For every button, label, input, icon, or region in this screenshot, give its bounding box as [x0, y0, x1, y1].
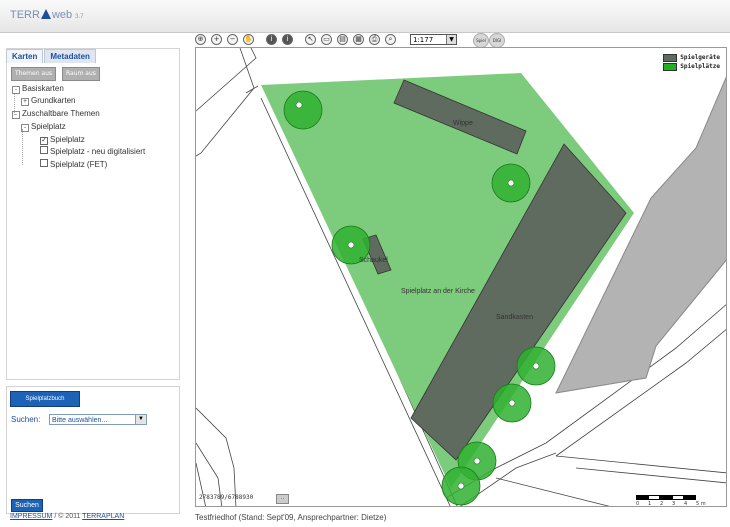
expand-icon[interactable]: +	[21, 98, 29, 106]
raum-aus-button[interactable]: Raum aus	[62, 67, 100, 81]
tree-item-label: Basiskarten	[22, 84, 64, 93]
search-select-value: Bitte auswählen...	[52, 417, 108, 424]
app-version: 3.7	[75, 14, 84, 20]
legend-swatch-spielgeraete	[663, 53, 678, 62]
search-select[interactable]: Bitte auswählen... ▼	[49, 414, 147, 425]
checkbox-icon[interactable]	[40, 146, 48, 154]
digi-badge-icon[interactable]: DIGI	[489, 33, 505, 48]
sandkasten-label: Sandkasten	[496, 314, 533, 321]
tree-5	[492, 383, 532, 423]
scale-value: 1:177	[413, 36, 434, 44]
layers-icon[interactable]: ▤	[337, 34, 348, 45]
coordinate-readout: 2783789/6788930	[199, 494, 254, 501]
info-icon[interactable]: i	[266, 34, 277, 45]
schaukel-label: Schaukel	[359, 257, 388, 264]
checkbox-checked-icon[interactable]: ✓	[40, 137, 48, 145]
terraweb-logo[interactable]: TERR web 3.7	[10, 9, 83, 21]
measure-icon[interactable]: ▭	[321, 34, 332, 45]
spiel-badge-icon[interactable]: Spiel	[473, 33, 489, 48]
map-graphics	[196, 48, 726, 506]
chevron-down-icon[interactable]: ▼	[446, 35, 456, 44]
themen-aus-button[interactable]: Themen aus	[11, 67, 57, 81]
tree-item-label: Spielplatz	[31, 122, 66, 131]
tree-item-label: Grundkarten	[31, 96, 76, 105]
select-icon[interactable]: ↖	[305, 34, 316, 45]
suchen-button[interactable]: Suchen	[11, 499, 43, 512]
tree-7	[441, 466, 481, 506]
tree-2	[491, 163, 531, 203]
grid-icon[interactable]: ▦	[353, 34, 364, 45]
collapse-icon[interactable]: -	[21, 124, 29, 132]
print-icon[interactable]: ⎙	[369, 34, 380, 45]
zoom-in-icon[interactable]: +	[211, 34, 222, 45]
spielplatzbuch-button[interactable]: Spielplatzbuch	[10, 391, 80, 407]
map-canvas[interactable]: Wippe Schaukel Spielplatz an der Kirche …	[195, 47, 727, 507]
wippe-label: Wippe	[453, 120, 473, 127]
logo-text-right: web	[51, 9, 73, 21]
copyright-text: / © 2011	[54, 513, 81, 520]
terraplan-link[interactable]: TERRAPLAN	[82, 513, 124, 520]
checkbox-icon[interactable]	[40, 159, 48, 167]
status-text: Testfriedhof (Stand: Sept'09, Ansprechpa…	[195, 513, 387, 522]
tree-item-grundkarten[interactable]: + Grundkarten	[21, 95, 75, 106]
tree-item-label: Spielplatz (FET)	[50, 160, 108, 169]
legend-label: Spielplätze	[680, 63, 720, 70]
search-icon[interactable]: ⌕	[385, 34, 396, 45]
tree-item-spielplatz-neu[interactable]: Spielplatz - neu digitalisiert	[40, 146, 145, 157]
collapse-icon[interactable]: -	[12, 86, 20, 94]
suchen-label: Suchen:	[11, 415, 41, 424]
chevron-down-icon[interactable]: ▼	[135, 415, 146, 424]
legend-label: Spielgeräte	[680, 54, 720, 61]
scale-bar: 012345 m	[636, 495, 708, 506]
info-multi-icon[interactable]: i	[282, 34, 293, 45]
scale-select[interactable]: 1:177 ▼	[410, 34, 457, 45]
coordinate-button[interactable]: ..	[276, 494, 289, 504]
footer-links: IMPRESSUM / © 2011 TERRAPLAN	[10, 513, 124, 520]
tree-item-label: Zuschaltbare Themen	[22, 109, 100, 118]
tree-item-label: Spielplatz	[50, 135, 85, 144]
tab-metadaten[interactable]: Metadaten	[44, 49, 96, 63]
zoom-extent-icon[interactable]: ⊕	[195, 34, 206, 45]
tree-item-spielplatz-layer[interactable]: ✓ Spielplatz	[40, 134, 85, 145]
left-panel-tabs: Karten Metadaten	[6, 49, 97, 63]
tab-karten[interactable]: Karten	[6, 49, 44, 63]
impressum-link[interactable]: IMPRESSUM	[10, 513, 52, 520]
tree-item-spielplatz-group[interactable]: - Spielplatz	[21, 121, 66, 132]
tree-item-label: Spielplatz - neu digitalisiert	[50, 147, 146, 156]
map-legend: Spielgeräte Spielplätze	[661, 52, 722, 72]
logo-triangle-icon	[40, 9, 51, 19]
tree-1	[283, 90, 323, 130]
tree-item-zuschaltbare-themen[interactable]: - Zuschaltbare Themen	[12, 108, 100, 119]
collapse-icon[interactable]: -	[12, 111, 20, 119]
legend-item-spielgeraete: Spielgeräte	[663, 53, 720, 62]
legend-swatch-spielplaetze	[663, 62, 678, 71]
tree-item-spielplatz-fet[interactable]: Spielplatz (FET)	[40, 159, 107, 170]
spielplatz-label: Spielplatz an der Kirche	[401, 288, 475, 295]
legend-item-spielplaetze: Spielplätze	[663, 62, 720, 71]
pan-hand-icon[interactable]: ✋	[243, 34, 254, 45]
logo-text-left: TERR	[10, 9, 40, 21]
app-header: TERR web 3.7	[0, 0, 730, 33]
tree-4	[516, 346, 556, 386]
tree-item-basiskarten[interactable]: - Basiskarten	[12, 83, 64, 94]
zoom-out-icon[interactable]: −	[227, 34, 238, 45]
